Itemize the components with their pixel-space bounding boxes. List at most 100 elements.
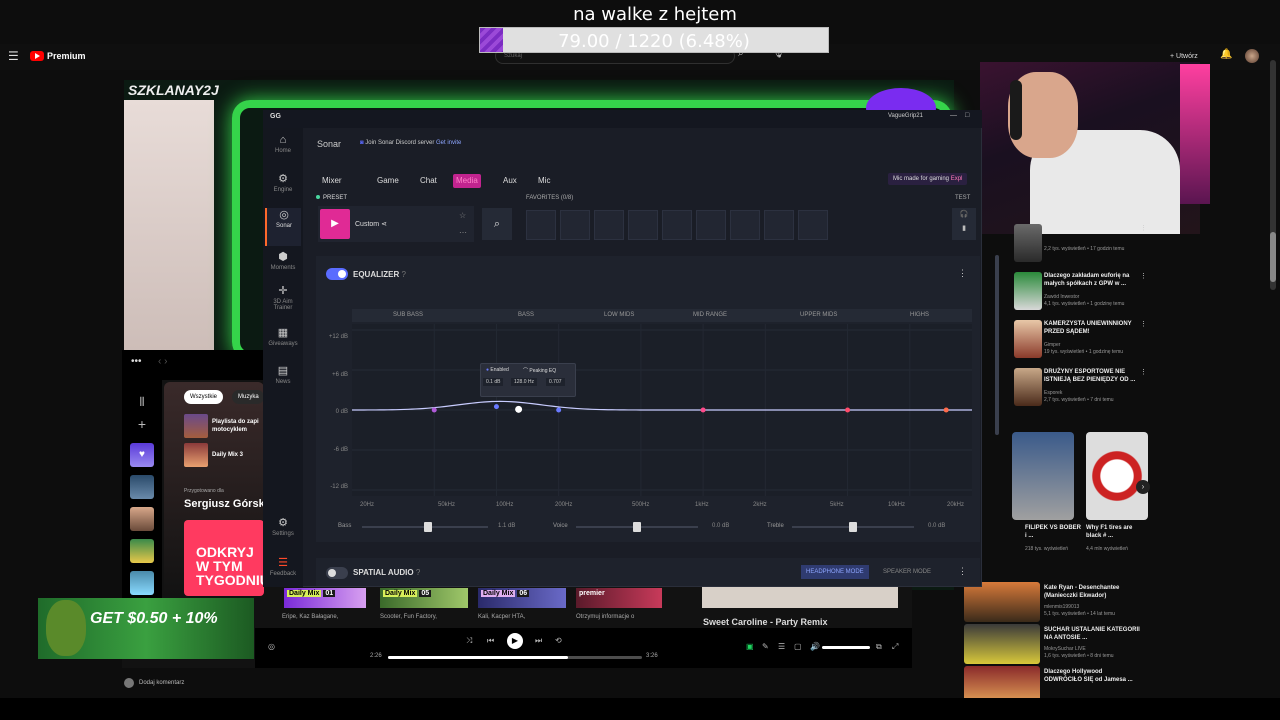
favorite-slot[interactable] bbox=[696, 210, 726, 240]
create-button[interactable]: + Utwórz bbox=[1170, 49, 1198, 63]
playlist-cover[interactable] bbox=[130, 571, 154, 595]
tooltip-frequency[interactable]: 128.0 Hz bbox=[511, 378, 538, 386]
voice-slider-knob[interactable] bbox=[633, 522, 641, 532]
headphone-mode-button[interactable]: HEADPHONE MODE bbox=[801, 565, 869, 579]
nav-item-news[interactable]: ▤ News bbox=[265, 364, 301, 402]
info-icon[interactable]: ? bbox=[416, 568, 420, 577]
next-icon[interactable]: ⏭ bbox=[535, 636, 542, 646]
spatial-audio-toggle[interactable] bbox=[326, 567, 348, 579]
test-panel[interactable]: 🎧 ▮ bbox=[952, 208, 976, 240]
tooltip-enabled[interactable]: ● Enabled bbox=[486, 367, 509, 373]
bell-icon[interactable]: 🔔 bbox=[1220, 49, 1232, 60]
share-icon[interactable]: ⋖ bbox=[381, 221, 387, 228]
video-item[interactable]: 2,2 tys. wyświetleń • 17 godzin temu ⋮ bbox=[1012, 222, 1152, 268]
more-icon[interactable]: ⋮ bbox=[1140, 320, 1147, 328]
favorite-slot[interactable] bbox=[628, 210, 658, 240]
window-controls[interactable]: —□ bbox=[950, 112, 977, 119]
short-title[interactable]: FILIPEK VS BOBER i ... bbox=[1025, 524, 1081, 540]
favorite-slot[interactable] bbox=[798, 210, 828, 240]
gg-username[interactable]: VagueGrip21 bbox=[888, 113, 923, 119]
nav-item-moments[interactable]: ⬢ Moments bbox=[265, 250, 301, 288]
info-icon[interactable]: ? bbox=[401, 270, 405, 279]
more-icon[interactable]: ⋮ bbox=[958, 268, 967, 279]
nav-item-sonar[interactable]: ◎ Sonar bbox=[265, 208, 301, 246]
now-playing-title[interactable]: Sweet Caroline - Party Remix bbox=[703, 617, 828, 627]
tab-mic[interactable]: Mic bbox=[535, 174, 553, 188]
tooltip-q[interactable]: 0.707 bbox=[546, 378, 565, 386]
eq-band-point[interactable] bbox=[556, 407, 562, 413]
nav-item-settings[interactable]: ⚙ Settings bbox=[265, 516, 301, 554]
nav-item-giveaways[interactable]: ▦ Giveaways bbox=[265, 326, 301, 364]
tab-mixer[interactable]: Mixer bbox=[319, 174, 345, 188]
tab-aux[interactable]: Aux bbox=[500, 174, 520, 188]
video-item[interactable]: Kate Ryan - Desenchantee (Maniecczki Ekw… bbox=[962, 582, 1152, 626]
eq-band-point[interactable] bbox=[700, 407, 706, 413]
progress-bar[interactable] bbox=[388, 656, 642, 659]
tooltip-filter-type[interactable]: ⌒ Peaking EQ bbox=[523, 367, 556, 374]
short-thumbnail[interactable] bbox=[1012, 432, 1074, 520]
favorite-slot[interactable] bbox=[560, 210, 590, 240]
volume-icon[interactable]: 🔊 bbox=[810, 642, 820, 651]
nav-item-feedback[interactable]: ☰ Feedback bbox=[265, 556, 301, 594]
mic-mode-link[interactable]: Expl bbox=[951, 176, 963, 182]
playlist-cover[interactable] bbox=[130, 539, 154, 563]
favorite-slot[interactable] bbox=[526, 210, 556, 240]
scrollbar-thumb[interactable] bbox=[1270, 232, 1276, 282]
bass-slider-knob[interactable] bbox=[423, 522, 432, 532]
search-icon[interactable]: ⌕ bbox=[482, 208, 512, 240]
now-playing-art[interactable] bbox=[702, 586, 898, 608]
preset-name[interactable]: Custom ⋖ bbox=[355, 220, 387, 228]
eq-band-point[interactable] bbox=[845, 407, 851, 413]
add-comment[interactable]: Dodaj komentarz bbox=[124, 678, 184, 688]
mic-mode-banner[interactable]: Mic made for gaming Expl bbox=[888, 173, 968, 185]
discord-invite-link[interactable]: Get invite bbox=[436, 140, 461, 146]
daily-mix-5[interactable]: Daily Mix 05 bbox=[380, 588, 468, 608]
treble-slider-knob[interactable] bbox=[849, 522, 857, 532]
nav-item-home[interactable]: ⌂ Home bbox=[265, 134, 301, 172]
playlist-cover[interactable] bbox=[130, 475, 154, 499]
lyrics-icon[interactable]: ▣ bbox=[746, 642, 754, 651]
youtube-logo[interactable]: Premium bbox=[30, 50, 86, 62]
list-item[interactable]: Daily Mix 3 bbox=[184, 443, 264, 467]
liked-songs-icon[interactable]: ♥ bbox=[130, 443, 154, 467]
tooltip-gain[interactable]: 0.1 dB bbox=[483, 378, 504, 386]
queue-icon[interactable]: ☰ bbox=[778, 642, 785, 651]
favorite-slot[interactable] bbox=[764, 210, 794, 240]
shuffle-icon[interactable]: ⤨ bbox=[466, 636, 472, 646]
scrollbar[interactable] bbox=[995, 255, 999, 435]
nav-item-3d-aim-trainer[interactable]: ✛ 3D Aim Trainer bbox=[265, 284, 301, 322]
star-icon[interactable]: ☆ bbox=[459, 211, 466, 220]
pencil-icon[interactable]: ✎ bbox=[762, 642, 769, 651]
play-button[interactable]: ▶ bbox=[507, 633, 523, 649]
favorite-slot[interactable] bbox=[662, 210, 692, 240]
more-icon[interactable]: ⋮ bbox=[1140, 224, 1147, 232]
repeat-icon[interactable]: ⟲ bbox=[555, 636, 562, 645]
video-item[interactable]: DRUŻYNY ESPORTOWE NIE ISTNIEJĄ BEZ PIENI… bbox=[1012, 366, 1152, 412]
equalizer-toggle[interactable] bbox=[326, 268, 348, 280]
list-item[interactable]: Playlista do zapi motocyklem bbox=[184, 414, 264, 438]
eq-band-point[interactable] bbox=[431, 407, 437, 413]
eq-curve-svg[interactable] bbox=[351, 324, 972, 496]
video-item[interactable]: KAMERZYSTA UNIEWINNIONY PRZED SĄDEM! Gimp… bbox=[1012, 318, 1152, 364]
more-icon[interactable]: ⋮ bbox=[1140, 368, 1147, 376]
more-icon[interactable]: ⋯ bbox=[459, 228, 467, 237]
more-icon[interactable]: ⋮ bbox=[1140, 272, 1147, 280]
speaker-test-icon[interactable]: ▮ bbox=[962, 225, 966, 232]
tab-chat[interactable]: Chat bbox=[417, 174, 440, 188]
favorite-slot[interactable] bbox=[730, 210, 760, 240]
eq-band-point[interactable] bbox=[943, 407, 949, 413]
headphone-test-icon[interactable]: 🎧 bbox=[960, 211, 969, 218]
playlist-cover[interactable] bbox=[130, 507, 154, 531]
more-icon[interactable]: ••• bbox=[131, 356, 142, 367]
video-item[interactable]: Dlaczego zakładam euforię na małych spół… bbox=[1012, 270, 1152, 316]
add-icon[interactable]: + bbox=[130, 412, 154, 436]
mini-player-icon[interactable]: ⧉ bbox=[876, 642, 882, 652]
nav-arrows-icon[interactable]: ‹ › bbox=[158, 356, 167, 367]
daily-mix-6[interactable]: Daily Mix 06 bbox=[478, 588, 566, 608]
video-item[interactable]: SUCHAR USTALANIE KATEGORII NA ANTOSIE ..… bbox=[962, 624, 1152, 668]
volume-slider[interactable] bbox=[822, 646, 870, 649]
discord-banner[interactable]: ◙ Join Sonar Discord server Get invite bbox=[360, 140, 461, 146]
library-icon[interactable]: ⫴ bbox=[130, 390, 154, 414]
eq-graph[interactable] bbox=[351, 324, 972, 496]
menu-icon[interactable]: ☰ bbox=[8, 49, 20, 63]
